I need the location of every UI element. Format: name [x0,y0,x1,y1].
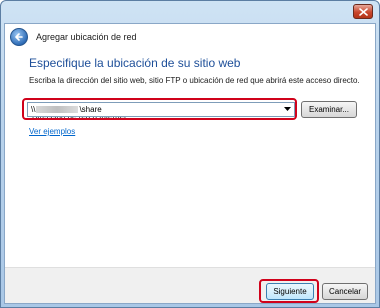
address-combobox[interactable]: \\ \share [27,102,295,117]
examples-link[interactable]: Ver ejemplos [29,127,75,136]
back-button[interactable] [10,28,28,46]
page-heading: Especifique la ubicación de su sitio web [29,56,241,70]
button-bar [5,267,375,303]
wizard-title: Agregar ubicación de red [36,32,137,42]
wizard-window: Agregar ubicación de red Especifique la … [0,0,380,308]
title-bar [1,1,379,23]
address-suffix: \share [79,105,102,114]
page-description: Escriba la dirección del sitio web, siti… [29,76,360,85]
dialog-content: Agregar ubicación de red Especifique la … [4,23,376,304]
wizard-header: Agregar ubicación de red [5,24,375,50]
browse-button[interactable]: Examinar... [301,101,357,118]
cancel-button[interactable]: Cancelar [322,283,368,300]
redacted-text [36,106,79,113]
back-arrow-icon [15,33,23,41]
chevron-down-icon [283,107,291,111]
address-prefix: \\ [31,105,36,114]
address-value[interactable]: \\ \share [28,105,280,114]
dropdown-button[interactable] [280,103,294,116]
close-icon [358,7,368,16]
close-button[interactable] [353,4,373,19]
next-button[interactable]: Siguiente [266,283,314,300]
